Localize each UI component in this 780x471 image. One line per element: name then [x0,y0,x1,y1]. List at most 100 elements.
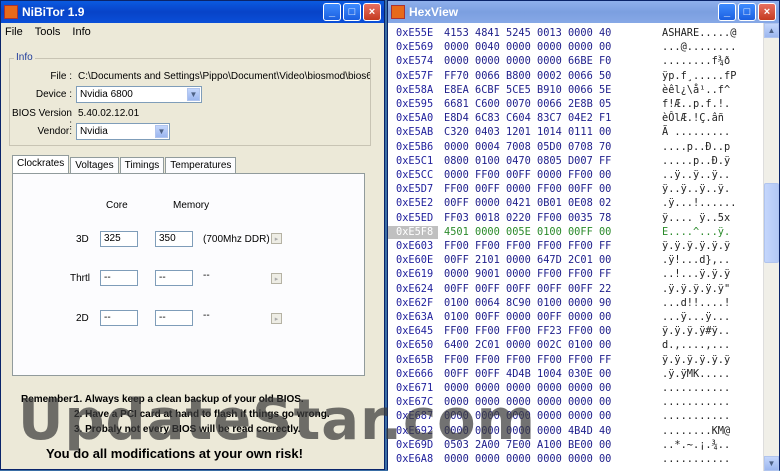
hex-row[interactable]: 0xE5A0 E8D4 6C83 C604 83C7 04E2 F1 èÔlÆ.!Ç… [388,112,724,125]
hex-bytes: 0000 0000 0000 0000 0000 00 [444,453,612,465]
hex-row[interactable]: 0xE595 6681 C600 0070 0066 2E8B 05 f!Æ..p.… [388,98,730,111]
hex-address: 0xE574 [396,55,434,68]
hex-address: 0xE5D7 [396,183,434,196]
hex-row[interactable]: 0xE69D 0503 2A00 7E00 A100 BE00 00 ..*.~.¡… [388,439,730,452]
core-2d-input[interactable]: -- [100,310,138,326]
memory-thrtl-input[interactable]: -- [155,270,193,286]
hex-dump[interactable]: 0xE55E 4153 4841 5245 0013 0000 40 ASHARE.… [388,23,765,471]
hex-row[interactable]: 0xE624 00FF 00FF 00FF 00FF 00FF 22 .ÿ.ÿ.ÿ.… [388,283,730,296]
hex-row[interactable]: 0xE645 FF00 FF00 FF00 FF23 FF00 00 ÿ.ÿ.ÿ.ÿ… [388,325,730,338]
scroll-thumb[interactable] [764,183,779,263]
vertical-scrollbar[interactable]: ▲ ▼ [763,23,779,471]
hex-address: 0xE595 [396,98,434,110]
hex-address: 0xE603 [396,240,434,252]
memory-3d-input[interactable]: 350 [155,231,193,247]
hex-row[interactable]: 0xE619 0000 9001 0000 FF00 FF00 FF ..!...ÿ… [388,268,730,281]
chevron-down-icon[interactable]: ▼ [155,125,168,138]
hex-row[interactable]: 0xE65B FF00 FF00 FF00 FF00 FF00 FF ÿ.ÿ.ÿ.ÿ… [388,354,730,367]
hex-bytes: 4153 4841 5245 0013 0000 40 [444,27,612,39]
hex-row[interactable]: 0xE6A8 0000 0000 0000 0000 0000 00.......… [388,453,730,466]
hex-bytes: 0100 0064 8C90 0100 0000 90 [444,296,612,309]
tab-timings[interactable]: Timings [119,157,165,173]
hex-row[interactable]: 0xE687 0000 0000 0000 0000 0000 00.......… [388,410,730,423]
hexview-titlebar[interactable]: HexView _ □ × [388,1,779,23]
info-group-title: Info [14,52,35,63]
file-path: C:\Documents and Settings\Pippo\Document… [78,71,370,82]
hex-row[interactable]: 0xE5B6 0000 0004 7008 05D0 0708 70 ....p..… [388,141,730,154]
menu-file[interactable]: File [5,26,23,38]
hex-row[interactable]: 0xE62F 0100 0064 8C90 0100 0000 90 ...d!!.… [388,297,730,310]
hex-ascii: ....p..Ð..p [662,140,731,153]
hex-row[interactable]: 0xE57F FF70 0066 B800 0002 0066 50 ÿp.f¸..… [388,70,736,83]
tab-strip: Clockrates Voltages Timings Temperatures [12,155,237,173]
hex-bytes: 0503 2A00 7E00 A100 BE00 00 [444,438,612,451]
tab-temperatures[interactable]: Temperatures [165,157,237,173]
hex-row[interactable]: 0xE60E 00FF 2101 0000 647D 2C01 00 .ÿ!...d… [388,254,730,267]
hex-row[interactable]: 0xE55E 4153 4841 5245 0013 0000 40 ASHARE.… [388,27,736,40]
hex-ascii: Ã ......... [662,126,731,139]
scroll-up-icon[interactable]: ▲ [764,23,779,38]
row-2d-label: 2D [76,313,89,324]
menu-tools[interactable]: Tools [35,26,61,38]
hex-address: 0xE569 [396,41,434,54]
hex-address: 0xE5F8 [388,225,438,239]
app-icon [4,5,18,19]
hex-bytes: FF00 FF00 FF00 FF00 FF00 FF [444,353,612,366]
nibitor-titlebar[interactable]: NiBiTor 1.9 _ □ × [1,1,384,23]
close-button[interactable]: × [363,3,381,21]
hex-row[interactable]: 0xE569 0000 0040 0000 0000 0000 00 ...@...… [388,41,736,54]
close-button[interactable]: × [758,3,776,21]
bios-version-value: 5.40.02.12.01 [78,108,140,119]
hex-ascii: E....^...ÿ. [662,225,731,238]
hex-row[interactable]: 0xE692 0000 0000 0000 0000 4B4D 40.......… [388,425,730,438]
hex-ascii: ÿp.f¸.....fP [662,69,737,82]
hex-row[interactable]: 0xE63A 0100 00FF 0000 00FF 0000 00 ...ÿ...… [388,311,730,324]
apply-2d-button[interactable]: ▸ [271,313,282,324]
hex-ascii: ..*.~.¡.¾.. [662,438,731,451]
hex-address: 0xE5AB [396,126,434,139]
hex-ascii: ........f¾ð [662,55,731,68]
device-select[interactable]: Nvidia 6800 ▼ [76,86,202,103]
vendor-select[interactable]: Nvidia ▼ [76,123,170,140]
hex-ascii: ..ÿ..ÿ..ÿ.. [662,169,731,181]
maximize-button[interactable]: □ [343,3,361,21]
chevron-down-icon[interactable]: ▼ [187,88,200,101]
hex-row[interactable]: 0xE650 6400 2C01 0000 002C 0100 00 d.,....… [388,339,730,352]
maximize-button[interactable]: □ [738,3,756,21]
core-header: Core [106,200,128,211]
hex-row[interactable]: 0xE67C 0000 0000 0000 0000 0000 00.......… [388,396,730,409]
hex-row[interactable]: 0xE5F8 4501 0000 005E 0100 00FF 00 E....^.… [388,225,731,239]
hex-bytes: 0000 0000 0000 0000 4B4D 40 [444,424,612,437]
hex-row[interactable]: 0xE5C1 0800 0100 0470 0805 D007 FF .....p.… [388,155,730,168]
menubar: File Tools Info [1,23,384,41]
hex-row[interactable]: 0xE5CC 0000 FF00 00FF 0000 FF00 00 ..ÿ..ÿ.… [388,169,730,182]
minimize-button[interactable]: _ [718,3,736,21]
hex-row[interactable]: 0xE5ED FF03 0018 0220 FF00 0035 78 ÿ.... ÿ… [388,212,730,225]
core-thrtl-input[interactable]: -- [100,270,138,286]
hex-bytes: FF00 00FF 0000 FF00 00FF 00 [444,183,612,196]
hex-row[interactable]: 0xE58A E8EA 6CBF 5CE5 B910 0066 5E èêl¿\å¹… [388,84,730,97]
tab-clockrates[interactable]: Clockrates [12,155,70,173]
hex-bytes: 0000 0004 7008 05D0 0708 70 [444,140,612,153]
hex-row[interactable]: 0xE603 FF00 FF00 FF00 FF00 FF00 FF ÿ.ÿ.ÿ.ÿ… [388,240,730,253]
hex-address: 0xE624 [396,282,434,295]
core-3d-input[interactable]: 325 [100,231,138,247]
hex-row[interactable]: 0xE671 0000 0000 0000 0000 0000 00.......… [388,382,730,395]
hex-row[interactable]: 0xE574 0000 0000 0000 0000 66BE F0.......… [388,55,730,68]
hex-row[interactable]: 0xE5D7 FF00 00FF 0000 FF00 00FF 00 ÿ..ÿ..ÿ… [388,183,730,196]
hex-bytes: 6681 C600 0070 0066 2E8B 05 [444,98,612,110]
hex-row[interactable]: 0xE5E2 00FF 0000 0421 0B01 0E08 02 .ÿ...!.… [388,197,736,210]
minimize-button[interactable]: _ [323,3,341,21]
window-title: NiBiTor 1.9 [22,5,85,19]
tab-voltages[interactable]: Voltages [70,157,119,173]
hex-address: 0xE666 [396,367,434,380]
apply-3d-button[interactable]: ▸ [271,233,282,244]
menu-info[interactable]: Info [72,26,90,38]
hex-bytes: 0000 0000 0000 0000 0000 00 [444,396,612,409]
memory-2d-input[interactable]: -- [155,310,193,326]
hex-ascii: ÿ..ÿ..ÿ..ÿ. [662,183,731,196]
hex-row[interactable]: 0xE666 00FF 00FF 4D4B 1004 030E 00 .ÿ.ÿMK.… [388,368,730,381]
apply-thrtl-button[interactable]: ▸ [271,273,282,284]
hex-row[interactable]: 0xE5AB C320 0403 1201 1014 0111 00 Ã .....… [388,126,730,139]
scroll-down-icon[interactable]: ▼ [764,456,779,471]
